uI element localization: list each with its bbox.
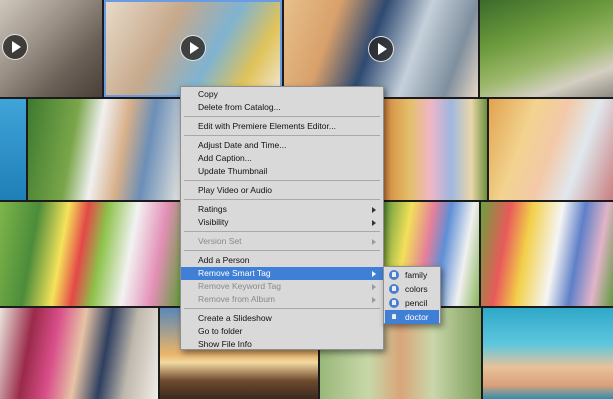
submenu-arrow-icon [372, 239, 376, 245]
menu-item-label: Show File Info [198, 339, 252, 349]
smart-tag-icon [389, 270, 399, 280]
thumbnail-party-kids[interactable] [0, 202, 180, 306]
play-icon[interactable] [368, 36, 394, 62]
menu-item-remove-smart-tag[interactable]: Remove Smart Tag [181, 267, 383, 280]
menu-item-play-video-audio[interactable]: Play Video or Audio [181, 184, 383, 197]
thumbnail-pool[interactable] [0, 99, 26, 200]
play-icon[interactable] [2, 34, 28, 60]
smart-tag-icon [389, 312, 399, 322]
menu-item-label: Delete from Catalog... [198, 102, 281, 112]
submenu-item-label: pencil [405, 298, 428, 308]
thumbnail-video-girl-kitchen[interactable] [0, 0, 102, 97]
submenu-arrow-icon [372, 284, 376, 290]
submenu-arrow-icon [372, 207, 376, 213]
smart-tag-icon [389, 298, 399, 308]
selected-thumbnail-border [104, 0, 282, 97]
menu-item-version-set: Version Set [181, 235, 383, 248]
thumbnail-birthday-family[interactable] [0, 308, 158, 399]
menu-item-label: Copy [198, 89, 218, 99]
menu-item-show-file-info[interactable]: Show File Info [181, 338, 383, 351]
submenu-item-label: colors [405, 284, 428, 294]
menu-separator [184, 116, 380, 117]
menu-item-edit-with-premiere[interactable]: Edit with Premiere Elements Editor... [181, 120, 383, 133]
menu-item-label: Ratings [198, 204, 227, 214]
menu-item-delete-from-catalog[interactable]: Delete from Catalog... [181, 101, 383, 114]
menu-item-label: Add a Person [198, 255, 250, 265]
menu-item-copy[interactable]: Copy [181, 88, 383, 101]
submenu-item-colors[interactable]: colors [385, 282, 439, 296]
smart-tag-icon [389, 284, 399, 294]
menu-separator [184, 135, 380, 136]
thumbnail-kids-row[interactable] [384, 99, 487, 200]
menu-item-label: Remove from Album [198, 294, 275, 304]
menu-item-visibility[interactable]: Visibility [181, 216, 383, 229]
submenu-item-doctor[interactable]: doctor [385, 310, 439, 324]
thumbnail-kids-pool[interactable] [483, 308, 613, 399]
menu-separator [184, 231, 380, 232]
thumbnail-video-grandma-boy[interactable] [284, 0, 478, 97]
menu-item-label: Remove Smart Tag [198, 268, 271, 278]
menu-item-label: Go to folder [198, 326, 243, 336]
menu-separator [184, 308, 380, 309]
menu-item-label: Add Caption... [198, 153, 252, 163]
menu-item-label: Version Set [198, 236, 242, 246]
context-menu: Copy Delete from Catalog... Edit with Pr… [180, 86, 384, 350]
menu-separator [184, 250, 380, 251]
submenu-arrow-icon [372, 297, 376, 303]
thumbnail-party-table-2[interactable] [481, 202, 613, 306]
menu-item-label: Update Thumbnail [198, 166, 268, 176]
thumbnail-kids-talking[interactable] [28, 99, 182, 200]
menu-item-remove-keyword-tag: Remove Keyword Tag [181, 280, 383, 293]
submenu-arrow-icon [372, 220, 376, 226]
menu-separator [184, 199, 380, 200]
smart-tag-submenu: family colors pencil doctor [383, 266, 441, 324]
submenu-item-label: family [405, 270, 428, 280]
menu-item-update-thumbnail[interactable]: Update Thumbnail [181, 165, 383, 178]
thumbnail-girl-scooter[interactable] [480, 0, 613, 97]
menu-item-create-slideshow[interactable]: Create a Slideshow [181, 312, 383, 325]
menu-item-ratings[interactable]: Ratings [181, 203, 383, 216]
menu-item-add-a-person[interactable]: Add a Person [181, 254, 383, 267]
menu-item-go-to-folder[interactable]: Go to folder [181, 325, 383, 338]
menu-item-add-caption[interactable]: Add Caption... [181, 152, 383, 165]
submenu-item-family[interactable]: family [385, 268, 439, 282]
menu-separator [184, 180, 380, 181]
thumbnail-girls-laughing[interactable] [489, 99, 613, 200]
menu-item-label: Create a Slideshow [198, 313, 272, 323]
menu-item-label: Adjust Date and Time... [198, 140, 287, 150]
menu-item-label: Edit with Premiere Elements Editor... [198, 121, 336, 131]
menu-item-label: Remove Keyword Tag [198, 281, 281, 291]
menu-item-label: Visibility [198, 217, 229, 227]
submenu-item-pencil[interactable]: pencil [385, 296, 439, 310]
menu-item-label: Play Video or Audio [198, 185, 273, 195]
menu-item-remove-from-album: Remove from Album [181, 293, 383, 306]
menu-item-adjust-date-time[interactable]: Adjust Date and Time... [181, 139, 383, 152]
submenu-item-label: doctor [405, 312, 429, 322]
submenu-arrow-icon [372, 271, 376, 277]
